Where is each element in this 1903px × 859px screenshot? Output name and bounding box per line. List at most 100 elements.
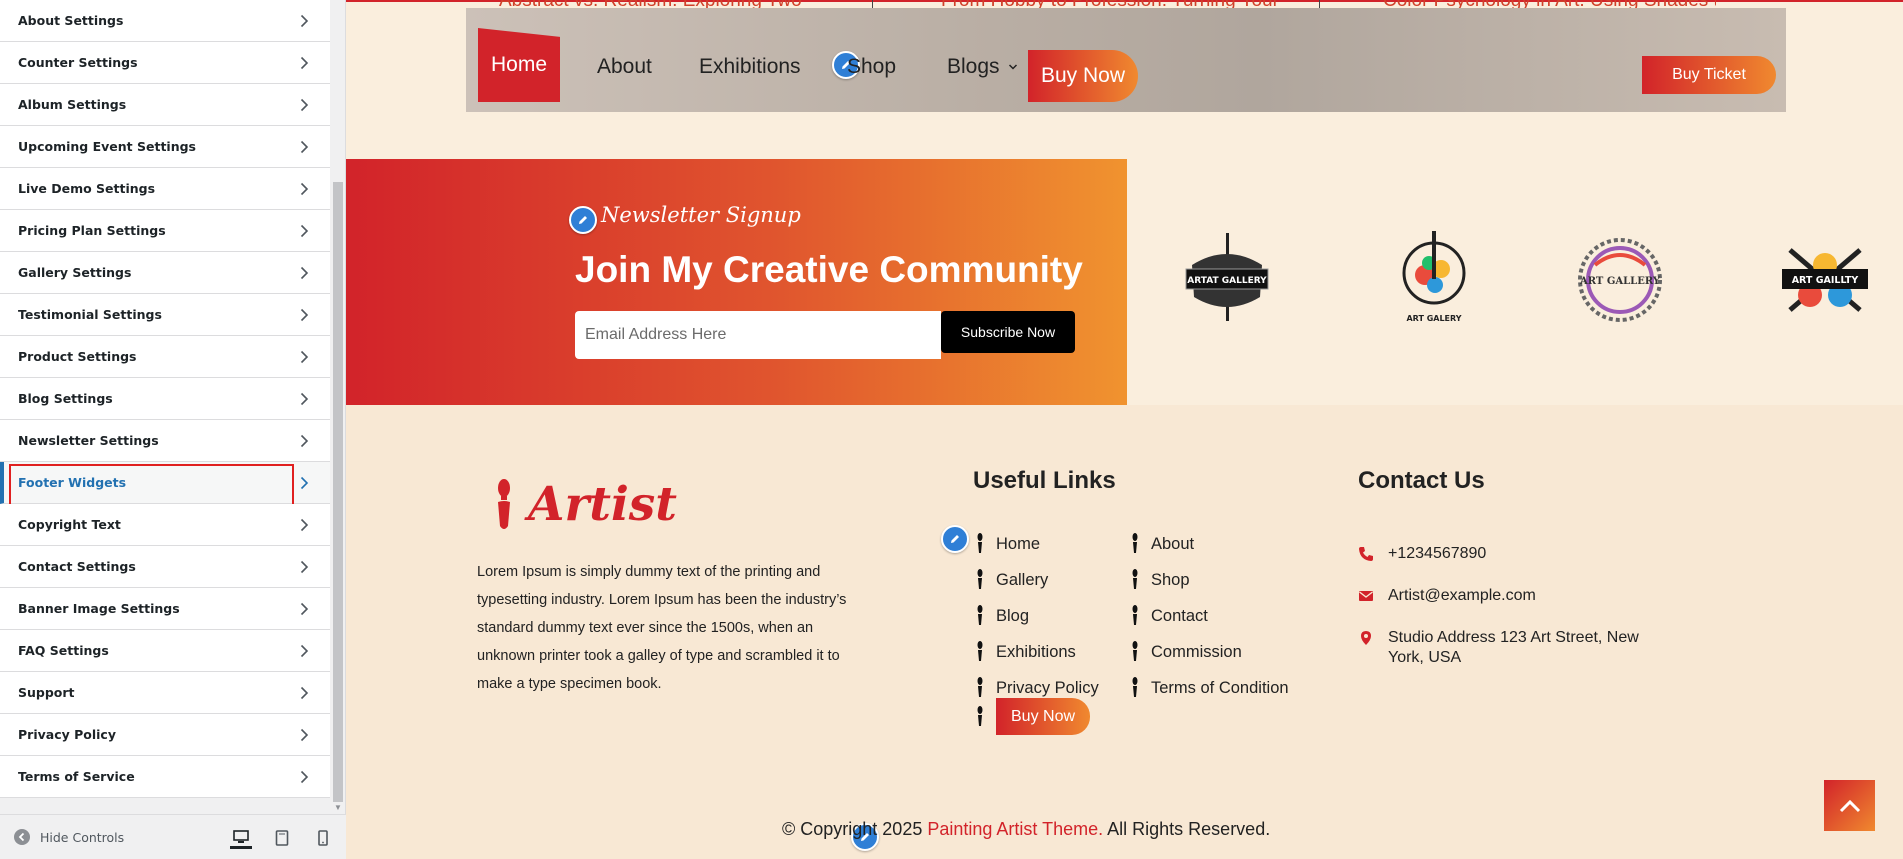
sidebar-item-product-settings[interactable]: Product Settings [0, 336, 330, 378]
sidebar-item-label: About Settings [18, 13, 124, 28]
useful-links-heading: Useful Links [973, 467, 1116, 494]
sidebar-item-privacy-policy[interactable]: Privacy Policy [0, 714, 330, 756]
chevron-right-icon [294, 389, 314, 409]
footer-link-gallery[interactable]: Gallery [976, 569, 1048, 591]
nav-buy-now-button[interactable]: Buy Now [1028, 50, 1138, 102]
copyright-text: © Copyright 2025 Painting Artist Theme. … [782, 819, 1270, 840]
chevron-right-icon [294, 53, 314, 73]
paintbrush-bullet-icon [1132, 641, 1138, 661]
tablet-icon[interactable] [271, 827, 293, 849]
footer-link-label: Exhibitions [996, 642, 1076, 661]
paintbrush-bullet-icon [1132, 605, 1138, 625]
copyright-prefix: © Copyright 2025 [782, 819, 923, 839]
paintbrush-bullet-icon [977, 705, 983, 726]
copyright-suffix: All Rights Reserved. [1107, 819, 1271, 839]
footer-link-label: Home [996, 534, 1041, 553]
svg-text:ART GALERY: ART GALERY [1406, 314, 1461, 323]
mobile-icon[interactable] [312, 827, 334, 849]
contact-phone[interactable]: +1234567890 [1358, 544, 1486, 564]
sidebar-item-contact-settings[interactable]: Contact Settings [0, 546, 330, 588]
sidebar-item-support[interactable]: Support [0, 672, 330, 714]
sidebar-item-terms-of-service[interactable]: Terms of Service [0, 756, 330, 798]
contact-address: Studio Address 123 Art Street, New York,… [1358, 628, 1658, 668]
contact-email[interactable]: Artist@example.com [1358, 586, 1536, 606]
sidebar-item-album-settings[interactable]: Album Settings [0, 84, 330, 126]
sidebar-item-label: Testimonial Settings [18, 307, 162, 322]
chevron-right-icon [294, 557, 314, 577]
chevron-right-icon [294, 305, 314, 325]
edit-shortcut-pencil-icon[interactable] [569, 206, 597, 234]
footer-brand[interactable]: Artist [492, 477, 677, 532]
chevron-right-icon [294, 515, 314, 535]
sidebar-item-label: Privacy Policy [18, 727, 116, 742]
footer-description: Lorem Ipsum is simply dummy text of the … [477, 564, 847, 692]
footer-link-blog[interactable]: Blog [976, 605, 1029, 627]
paintbrush-bullet-icon [1132, 533, 1138, 553]
svg-text:ART GALLERY: ART GALLERY [1579, 276, 1661, 287]
chevron-right-icon [294, 725, 314, 745]
chevron-right-icon [294, 11, 314, 31]
footer-buy-now[interactable]: Buy Now [976, 698, 1091, 735]
footer-link-label: Blog [996, 606, 1030, 625]
hide-controls-label: Hide Controls [40, 829, 125, 845]
sidebar-item-newsletter-settings[interactable]: Newsletter Settings [0, 420, 330, 462]
footer-link-home[interactable]: Home [976, 533, 1040, 555]
sidebar-item-footer-widgets[interactable]: Footer Widgets [0, 462, 330, 515]
chevron-up-icon [1839, 799, 1860, 812]
sidebar-item-label: Counter Settings [18, 55, 138, 70]
footer-link-privacy-policy[interactable]: Privacy Policy [976, 677, 1099, 699]
buy-ticket-button[interactable]: Buy Ticket [1642, 56, 1776, 94]
brand-name: Artist [528, 477, 677, 532]
footer-link-shop[interactable]: Shop [1131, 569, 1190, 591]
paintbrush-logo-icon [498, 478, 510, 529]
sidebar-item-live-demo-settings[interactable]: Live Demo Settings [0, 168, 330, 210]
sidebar-scrollbar[interactable]: ▼ [331, 0, 345, 814]
chevron-right-icon [294, 263, 314, 283]
paintbrush-bullet-icon [977, 641, 983, 661]
footer-link-label: Commission [1151, 642, 1242, 661]
subscribe-button[interactable]: Subscribe Now [941, 311, 1075, 353]
email-field[interactable] [575, 311, 941, 359]
edit-shortcut-pencil-icon[interactable] [941, 525, 969, 553]
phone-icon [1359, 547, 1373, 561]
sidebar-item-label: Terms of Service [18, 769, 135, 784]
sidebar-item-gallery-settings[interactable]: Gallery Settings [0, 252, 330, 294]
footer-link-about[interactable]: About [1131, 533, 1194, 555]
footer-buy-now-button[interactable]: Buy Now [996, 698, 1091, 735]
footer-link-exhibitions[interactable]: Exhibitions [976, 641, 1076, 663]
sidebar-item-faq-settings[interactable]: FAQ Settings [0, 630, 330, 672]
street-address: Studio Address 123 Art Street, New York,… [1388, 629, 1639, 666]
nav-shop[interactable]: Shop [847, 55, 896, 79]
sidebar-item-upcoming-event-settings[interactable]: Upcoming Event Settings [0, 126, 330, 168]
newsletter-section: Newsletter Signup Join My Creative Commu… [346, 159, 1127, 405]
footer-link-contact[interactable]: Contact [1131, 605, 1208, 627]
sidebar-item-counter-settings[interactable]: Counter Settings [0, 42, 330, 84]
scroll-to-top-button[interactable] [1824, 780, 1875, 831]
scrollbar-thumb[interactable] [333, 182, 343, 802]
nav-blogs[interactable]: Blogs [947, 55, 1018, 79]
footer-link-label: Gallery [996, 570, 1049, 589]
nav-about[interactable]: About [597, 55, 652, 79]
sidebar-item-label: FAQ Settings [18, 643, 109, 658]
map-pin-icon [1361, 631, 1371, 645]
sidebar-item-blog-settings[interactable]: Blog Settings [0, 378, 330, 420]
paintbrush-bullet-icon [977, 605, 983, 625]
desktop-icon[interactable] [230, 827, 252, 849]
sidebar-item-testimonial-settings[interactable]: Testimonial Settings [0, 294, 330, 336]
theme-link[interactable]: Painting Artist Theme. [927, 819, 1103, 839]
sidebar-item-about-settings[interactable]: About Settings [0, 0, 330, 42]
chevron-right-icon [294, 431, 314, 451]
gallery-logo-4: ART GAILLTY [1770, 225, 1880, 335]
footer-link-terms-of-condition[interactable]: Terms of Condition [1131, 677, 1289, 699]
site-preview: Abstract vs. Realism: Exploring Two From… [346, 0, 1903, 859]
footer-link-commission[interactable]: Commission [1131, 641, 1242, 663]
nav-exhibitions[interactable]: Exhibitions [699, 55, 801, 79]
nav-home[interactable]: Home [478, 28, 560, 102]
sidebar-item-pricing-plan-settings[interactable]: Pricing Plan Settings [0, 210, 330, 252]
hide-controls-button[interactable]: Hide Controls [14, 829, 124, 845]
paintbrush-bullet-icon [1132, 677, 1138, 697]
sidebar-item-banner-image-settings[interactable]: Banner Image Settings [0, 588, 330, 630]
sidebar-item-copyright-text[interactable]: Copyright Text [0, 504, 330, 546]
scroll-down-arrow-icon[interactable]: ▼ [334, 803, 342, 812]
site-footer: Artist Lorem Ipsum is simply dummy text … [346, 405, 1903, 859]
